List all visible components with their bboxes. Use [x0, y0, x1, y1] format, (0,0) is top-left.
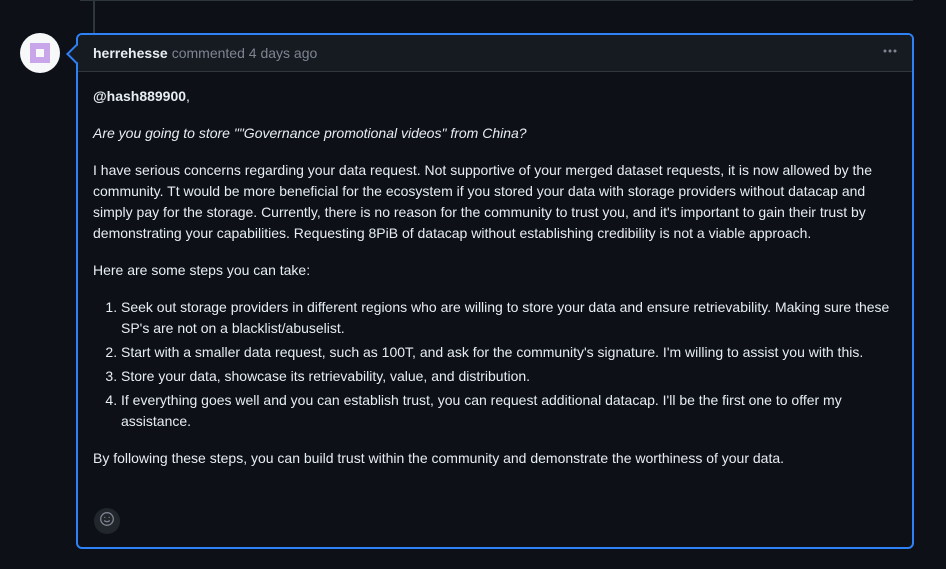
kebab-horizontal-icon[interactable] [882, 43, 898, 63]
concern-paragraph: I have serious concerns regarding your d… [93, 162, 872, 241]
comment-body: @hash889900, Are you going to store ""Go… [78, 72, 912, 469]
user-mention[interactable]: @hash889900 [93, 88, 186, 104]
list-item: Seek out storage providers in different … [121, 297, 897, 339]
steps-intro: Here are some steps you can take: [93, 262, 311, 278]
add-reaction-button[interactable] [94, 508, 120, 534]
timeline-line [93, 0, 95, 34]
list-item: Store your data, showcase its retrievabi… [121, 366, 897, 387]
previous-timeline-divider [80, 0, 913, 1]
identicon-outer [30, 43, 50, 63]
comment-time[interactable]: 4 days ago [249, 45, 318, 61]
avatar[interactable] [20, 33, 60, 73]
comment-header: herrehesse commented 4 days ago [78, 35, 912, 72]
comment-action: commented [171, 45, 245, 61]
list-item: If everything goes well and you can esta… [121, 390, 897, 432]
list-item: Start with a smaller data request, such … [121, 342, 897, 363]
steps-list: Seek out storage providers in different … [93, 297, 897, 432]
identicon-inner [36, 49, 44, 57]
smiley-icon [99, 511, 115, 532]
mention-suffix: , [186, 88, 190, 104]
comment-author[interactable]: herrehesse [93, 45, 168, 61]
comment-meta: commented 4 days ago [172, 45, 318, 61]
mention-line: @hash889900, [93, 86, 897, 107]
question-text: Are you going to store ""Governance prom… [93, 125, 527, 141]
conclusion-paragraph: By following these steps, you can build … [93, 450, 785, 466]
comment-card: herrehesse commented 4 days ago @hash889… [66, 33, 914, 549]
